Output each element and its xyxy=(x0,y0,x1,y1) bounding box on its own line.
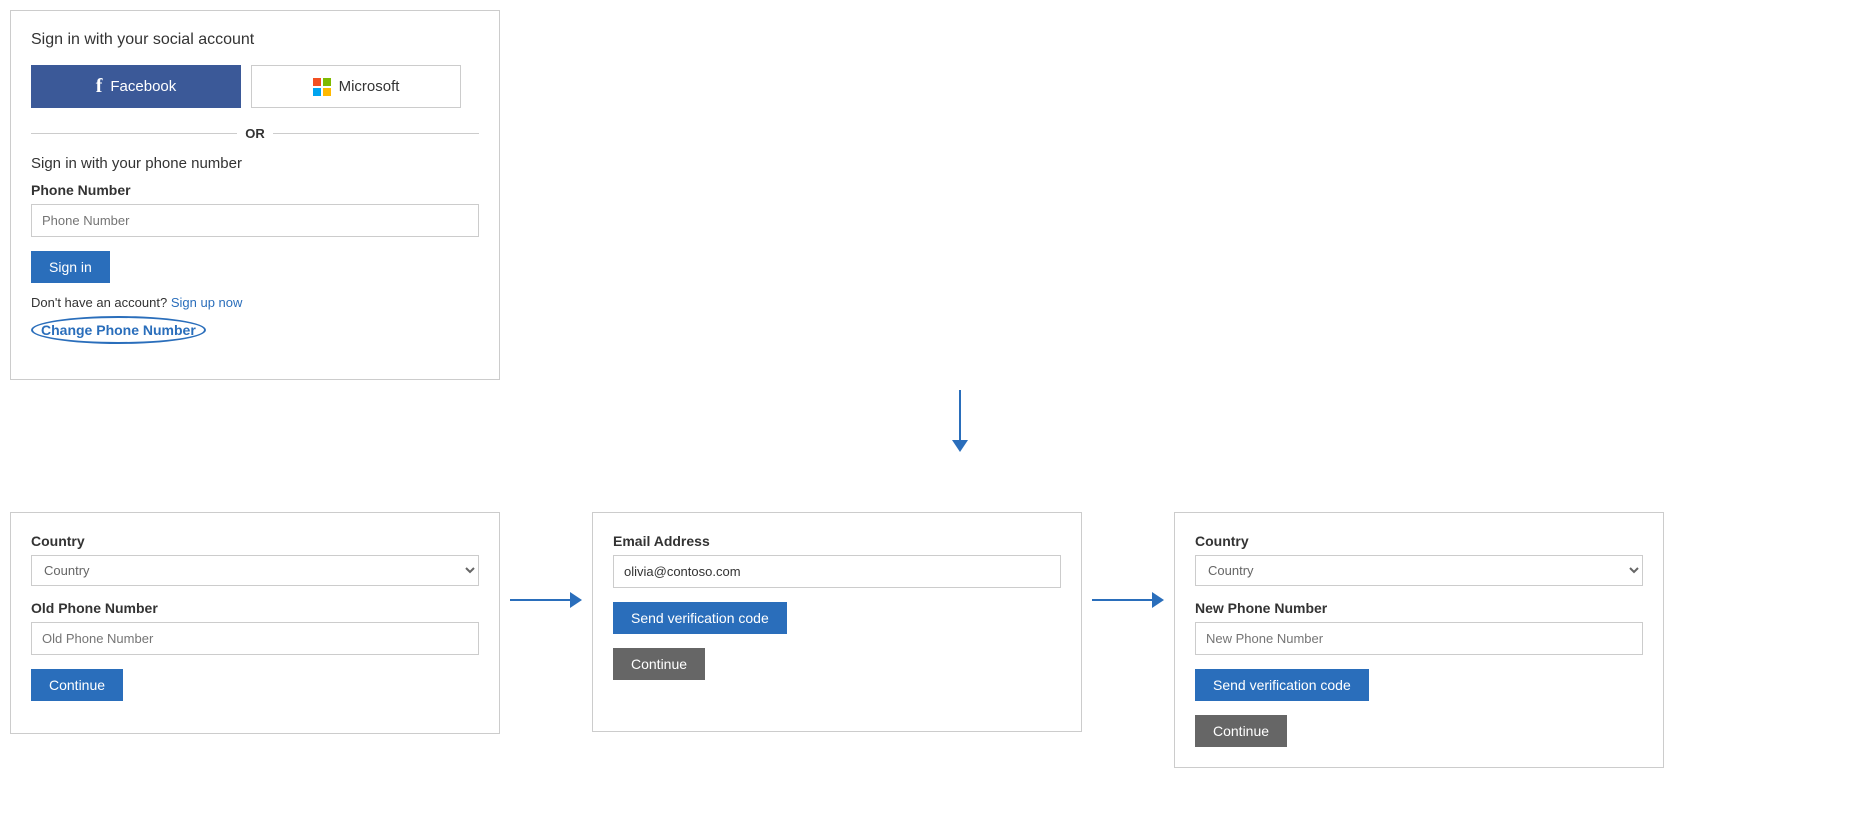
email-label: Email Address xyxy=(613,533,1061,549)
old-phone-label: Old Phone Number xyxy=(31,600,479,616)
signin-card: Sign in with your social account f Faceb… xyxy=(10,10,500,380)
country-select-1[interactable]: Country xyxy=(31,555,479,586)
arrow-head-down xyxy=(952,440,968,452)
email-input[interactable] xyxy=(613,555,1061,588)
or-text: OR xyxy=(245,126,265,141)
continue-button-1[interactable]: Continue xyxy=(31,669,123,701)
divider-line-right xyxy=(273,133,479,134)
arrow-down xyxy=(70,390,1849,452)
email-card: Email Address Send verification code Con… xyxy=(592,512,1082,732)
arrow-right-1 xyxy=(500,512,592,608)
arrow-right-2 xyxy=(1082,512,1174,608)
bottom-row: Country Country Old Phone Number Continu… xyxy=(10,512,1849,768)
change-phone-link[interactable]: Change Phone Number xyxy=(31,316,206,344)
country-label-2: Country xyxy=(1195,533,1643,549)
arrow-line-vertical xyxy=(959,390,961,440)
social-buttons: f Facebook Microsoft xyxy=(31,65,479,108)
arrow-line-h-1 xyxy=(510,599,570,601)
arrow-head-right-2 xyxy=(1152,592,1164,608)
new-phone-card: Country Country New Phone Number Send ve… xyxy=(1174,512,1664,768)
country-select-2[interactable]: Country xyxy=(1195,555,1643,586)
facebook-button[interactable]: f Facebook xyxy=(31,65,241,108)
sign-in-button[interactable]: Sign in xyxy=(31,251,110,283)
send-code-button-2[interactable]: Send verification code xyxy=(1195,669,1369,701)
sign-up-link[interactable]: Sign up now xyxy=(171,295,243,310)
facebook-label: Facebook xyxy=(110,78,176,95)
microsoft-icon xyxy=(313,78,331,96)
arrow-line-h-2 xyxy=(1092,599,1152,601)
old-phone-input[interactable] xyxy=(31,622,479,655)
microsoft-label: Microsoft xyxy=(339,78,400,95)
continue-button-3[interactable]: Continue xyxy=(1195,715,1287,747)
send-code-button-1[interactable]: Send verification code xyxy=(613,602,787,634)
signup-text: Don't have an account? Sign up now xyxy=(31,295,479,310)
new-phone-label: New Phone Number xyxy=(1195,600,1643,616)
phone-number-input[interactable] xyxy=(31,204,479,237)
microsoft-button[interactable]: Microsoft xyxy=(251,65,461,108)
or-divider: OR xyxy=(31,126,479,141)
no-account-text: Don't have an account? xyxy=(31,295,167,310)
phone-number-label: Phone Number xyxy=(31,182,479,198)
new-phone-input[interactable] xyxy=(1195,622,1643,655)
country-label-1: Country xyxy=(31,533,479,549)
facebook-icon: f xyxy=(96,75,103,98)
change-phone-card: Country Country Old Phone Number Continu… xyxy=(10,512,500,734)
continue-button-2[interactable]: Continue xyxy=(613,648,705,680)
signin-title: Sign in with your social account xyxy=(31,31,479,49)
phone-section-label: Sign in with your phone number xyxy=(31,155,479,172)
arrow-head-right-1 xyxy=(570,592,582,608)
divider-line-left xyxy=(31,133,237,134)
